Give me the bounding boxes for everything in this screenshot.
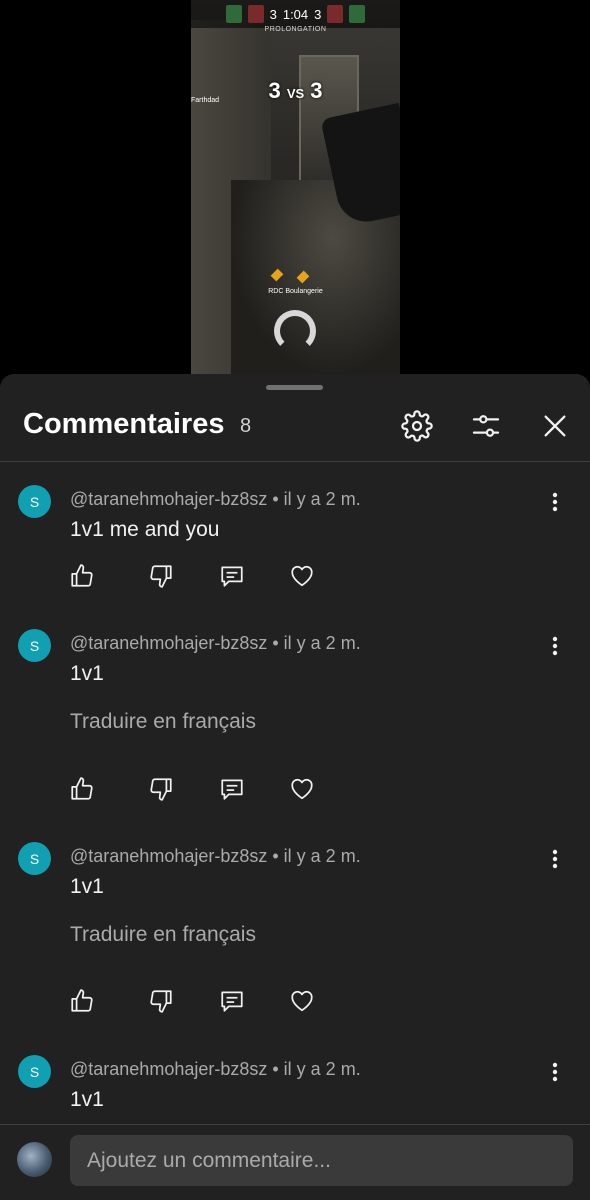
comment-menu-button[interactable] xyxy=(540,841,570,877)
player-name: Farthdad xyxy=(191,97,220,104)
sliders-icon xyxy=(470,410,502,442)
more-vert-icon xyxy=(552,1062,558,1082)
comment-menu-button[interactable] xyxy=(540,484,570,520)
comments-header: Commentaires 8 xyxy=(0,400,590,462)
comment-item: S @taranehmohajer-bz8sz • il y a 2 m. 1v… xyxy=(0,476,590,618)
comment-meta[interactable]: @taranehmohajer-bz8sz • il y a 2 m. xyxy=(70,1059,361,1080)
comment-text: 1v1 xyxy=(70,662,104,685)
comment-meta[interactable]: @taranehmohajer-bz8sz • il y a 2 m. xyxy=(70,633,361,654)
avatar[interactable]: S xyxy=(18,485,51,518)
gear-icon xyxy=(401,410,433,442)
like-button[interactable] xyxy=(62,981,102,1021)
hud-left-count: 3 xyxy=(269,6,277,22)
heart-button[interactable] xyxy=(282,981,322,1021)
thumb-down-icon xyxy=(148,563,174,589)
team-icon xyxy=(327,5,344,23)
translate-link[interactable]: Traduire en français xyxy=(70,923,256,947)
avatar[interactable] xyxy=(17,1142,52,1177)
hud-subtitle: PROLONGATION xyxy=(264,26,327,33)
video-player[interactable]: 3 1:04 3 PROLONGATION 3 VS 3 Farthdad RD… xyxy=(0,0,590,375)
comment-actions xyxy=(62,981,332,1021)
thumb-down-icon xyxy=(148,776,174,802)
dislike-button[interactable] xyxy=(141,556,181,596)
thumb-up-icon xyxy=(69,776,95,802)
more-vert-icon xyxy=(552,849,558,869)
reply-icon xyxy=(219,563,245,589)
reply-button[interactable] xyxy=(212,981,252,1021)
team-icon xyxy=(247,5,264,23)
hud-time: 1:04 xyxy=(282,6,309,22)
comment-count: 8 xyxy=(240,415,252,437)
comment-meta[interactable]: @taranehmohajer-bz8sz • il y a 2 m. xyxy=(70,489,361,510)
team-icon xyxy=(225,5,242,23)
heart-button[interactable] xyxy=(282,556,322,596)
panel-title: Commentaires xyxy=(23,408,225,440)
game-hud-bar: 3 1:04 3 xyxy=(191,0,400,28)
location-label: RDC Boulangerie xyxy=(268,288,323,295)
translate-link[interactable]: Traduire en français xyxy=(70,710,256,734)
like-button[interactable] xyxy=(62,556,102,596)
close-button[interactable] xyxy=(533,404,577,448)
comment-actions xyxy=(62,769,332,809)
comments-sheet: Commentaires 8 S @taranehmohajer-bz8sz •… xyxy=(0,374,590,1200)
thumb-up-icon xyxy=(69,563,95,589)
score-left: 3 xyxy=(268,78,281,103)
comment-text: 1v1 me and you xyxy=(70,518,220,541)
reply-icon xyxy=(219,988,245,1014)
more-vert-icon xyxy=(552,636,558,656)
comment-item: S @taranehmohajer-bz8sz • il y a 2 m. 1v… xyxy=(0,620,590,830)
thumb-down-icon xyxy=(148,988,174,1014)
more-vert-icon xyxy=(552,492,558,512)
score-display: 3 VS 3 xyxy=(191,78,400,104)
avatar[interactable]: S xyxy=(18,842,51,875)
comment-menu-button[interactable] xyxy=(540,1054,570,1090)
comment-input[interactable] xyxy=(70,1135,573,1186)
heart-icon xyxy=(289,988,315,1014)
heart-button[interactable] xyxy=(282,769,322,809)
settings-button[interactable] xyxy=(395,404,439,448)
avatar[interactable]: S xyxy=(18,629,51,662)
team-icon xyxy=(349,5,366,23)
comment-actions xyxy=(62,556,332,596)
comment-meta[interactable]: @taranehmohajer-bz8sz • il y a 2 m. xyxy=(70,846,361,867)
thumb-up-icon xyxy=(69,988,95,1014)
score-right: 3 xyxy=(310,78,323,103)
filter-button[interactable] xyxy=(464,404,508,448)
video-frame[interactable]: 3 1:04 3 PROLONGATION 3 VS 3 Farthdad RD… xyxy=(191,0,400,375)
heart-icon xyxy=(289,563,315,589)
comment-item: S @taranehmohajer-bz8sz • il y a 2 m. 1v… xyxy=(0,833,590,1043)
comment-composer xyxy=(0,1124,590,1200)
comment-item: S @taranehmohajer-bz8sz • il y a 2 m. 1v… xyxy=(0,1046,590,1124)
header-divider xyxy=(0,461,590,462)
reply-button[interactable] xyxy=(212,769,252,809)
reply-button[interactable] xyxy=(212,556,252,596)
heart-icon xyxy=(289,776,315,802)
dislike-button[interactable] xyxy=(141,769,181,809)
comment-text: 1v1 xyxy=(70,1088,104,1111)
score-vs: VS xyxy=(286,86,305,101)
comment-menu-button[interactable] xyxy=(540,628,570,664)
avatar[interactable]: S xyxy=(18,1055,51,1088)
reply-icon xyxy=(219,776,245,802)
hud-right-count: 3 xyxy=(314,6,322,22)
close-icon xyxy=(541,412,569,440)
drag-handle[interactable] xyxy=(266,385,323,390)
like-button[interactable] xyxy=(62,769,102,809)
gadget-gauge xyxy=(274,310,316,352)
dislike-button[interactable] xyxy=(141,981,181,1021)
comment-text: 1v1 xyxy=(70,875,104,898)
